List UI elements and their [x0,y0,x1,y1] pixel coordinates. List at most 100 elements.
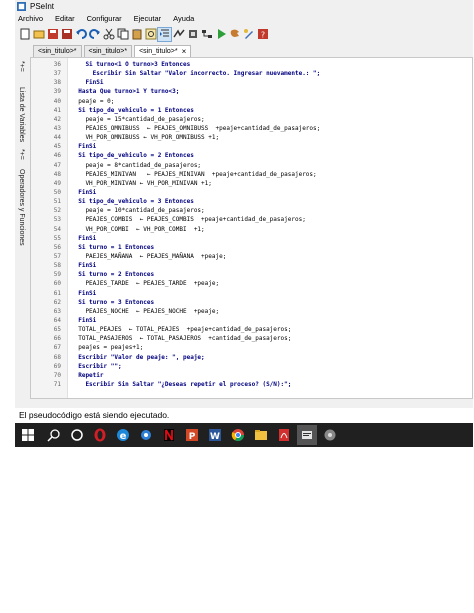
windows-start-icon[interactable] [15,425,41,445]
indent-icon[interactable] [157,26,172,42]
code-line: 42 peaje = 15*cantidad_de_pasajeros; [31,115,472,124]
code-line: 65 TOTAL_PEAJES ← TOTAL_PEAJES +peaje+ca… [31,325,472,334]
app-icon[interactable] [136,425,156,445]
draw-icon[interactable] [242,28,255,41]
code-text: FinSi [71,143,97,151]
code-line: 70 Repetir [31,371,472,380]
undo-icon[interactable] [74,28,87,41]
line-number: 39 [53,88,61,96]
redo-icon[interactable] [88,28,101,41]
code-line: 66 TOTAL_PASAJEROS ← TOTAL_PASAJEROS +ca… [31,334,472,343]
line-number: 37 [53,70,61,78]
close-tab-icon[interactable]: × [182,47,187,56]
code-text: Si turno<1 O turno>3 Entonces [71,61,191,68]
menu-ejecutar[interactable]: Ejecutar [131,14,162,23]
menu-ayuda[interactable]: Ayuda [170,14,194,23]
pdf-icon[interactable] [274,425,294,445]
pseint-icon[interactable] [297,425,317,445]
line-number: 63 [53,307,61,315]
code-text: VH_POR_MINIVAN ← VH_POR_MINIVAN +1; [71,179,212,187]
open-icon[interactable] [32,28,45,41]
pseint-window: PSeInt Archivo Editar Configurar Ejecuta… [15,0,473,420]
code-line: 43 PEAJES_OMNIBUSS ← PEAJES_OMNIBUSS +pe… [31,124,472,133]
code-editor[interactable]: 36 Si turno<1 O turno>3 Entonces 37 Escri… [30,57,473,399]
code-line: 50 FinSi [31,188,472,197]
powerpoint-icon[interactable]: P [182,425,202,445]
line-number: 38 [53,79,61,87]
code-text: PEAJES_OMNIBUSS ← PEAJES_OMNIBUSS +peaje… [71,124,321,132]
line-number: 56 [53,243,61,251]
pseint-logo-icon [17,2,26,11]
word-icon[interactable]: W [205,425,225,445]
code-text: Escribir Sin Saltar "Valor incorrecto. I… [71,70,321,78]
code-text: Repetir [71,371,104,379]
help-icon[interactable]: ? [256,28,269,41]
status-bar: El pseudocódigo está siendo ejecutado. [15,408,474,422]
opera-icon[interactable] [90,425,110,445]
cut-icon[interactable] [102,28,115,41]
line-number: 60 [53,280,61,288]
step-icon[interactable] [228,28,241,41]
code-line: 48 PEAJES_MINIVAN ← PEAJES_MINIVAN +peaj… [31,170,472,179]
code-line: 39 Hasta Que turno>1 Y turno<3; [31,87,472,96]
code-line: 36 Si turno<1 O turno>3 Entonces [31,60,472,69]
run-icon[interactable] [214,28,227,41]
file-explorer-icon[interactable] [251,425,271,445]
copy-icon[interactable] [116,28,129,41]
line-number: 68 [53,353,61,361]
code-line: 46 Si tipo_de_vehiculo = 2 Entonces [31,151,472,160]
code-text: Si tipo_de_vehiculo = 2 Entonces [71,152,194,160]
tab-sin-titulo-3[interactable]: <sin_titulo>* × [134,45,192,57]
variables-panel-tab[interactable]: Lista de Variables [18,87,25,142]
svg-text:e: e [120,431,127,442]
run-step-icon[interactable] [172,28,185,41]
line-number: 36 [53,61,61,68]
line-number: 40 [53,97,61,105]
line-number: 61 [53,289,61,297]
find-icon[interactable] [144,28,157,41]
svg-text:W: W [210,432,220,442]
debug-icon[interactable] [186,28,199,41]
save-icon[interactable] [46,28,59,41]
menu-editar[interactable]: Editar [52,14,75,23]
menu-archivo[interactable]: Archivo [15,14,43,23]
new-file-icon[interactable] [18,28,31,41]
search-icon[interactable] [44,425,64,445]
menu-configurar[interactable]: Configurar [84,14,122,23]
netflix-icon[interactable] [159,425,179,445]
line-number: 43 [53,124,61,132]
title-bar: PSeInt [15,0,473,13]
code-text: TOTAL_PEAJES ← TOTAL_PEAJES +peaje+canti… [71,326,292,334]
line-number: 47 [53,161,61,169]
tab-sin-titulo-1[interactable]: <sin_titulo>* [33,45,82,57]
code-text: PEAJES_TARDE ← PEAJES_TARDE +peaje; [71,280,220,288]
code-line: 45 FinSi [31,142,472,151]
tab-label: <sin_titulo>* [88,48,128,55]
chrome-icon[interactable] [228,425,248,445]
code-text: Escribir ""; [71,362,122,370]
paste-icon[interactable] [130,28,143,41]
code-line: 57 PAEJES_MAÑANA ← PEAJES_MAÑANA +peaje; [31,252,472,261]
code-line: 71 Escribir Sin Saltar "¿Deseas repetir … [31,380,472,389]
variables-panel-icon[interactable]: *+= [18,61,25,72]
code-line: 54 VH_POR_COMBI ← VH_POR_COMBI +1; [31,225,472,234]
code-text: FinSi [71,289,97,297]
svg-text:?: ? [260,31,264,40]
line-number: 50 [53,188,61,196]
app-icon-2[interactable] [320,425,340,445]
tab-sin-titulo-2[interactable]: <sin_titulo>* [83,45,133,57]
line-number: 45 [53,143,61,151]
edge-icon[interactable]: e [113,425,133,445]
code-text: FinSi [71,79,104,87]
save-as-icon[interactable] [60,28,73,41]
operators-panel-icon[interactable]: *+= [18,149,25,160]
flowchart-icon[interactable] [200,28,213,41]
code-text: VH_POR_COMBI ← VH_POR_COMBI +1; [71,225,205,233]
task-view-icon[interactable] [67,425,87,445]
code-line: 37 Escribir Sin Saltar "Valor incorrecto… [31,69,472,78]
code-line: 61 FinSi [31,289,472,298]
operators-panel-tab[interactable]: Operadores y Funciones [18,169,25,246]
code-text: FinSi [71,316,97,324]
line-number: 52 [53,207,61,215]
code-line: 52 peaje = 10*cantidad_de_pasajeros; [31,206,472,215]
